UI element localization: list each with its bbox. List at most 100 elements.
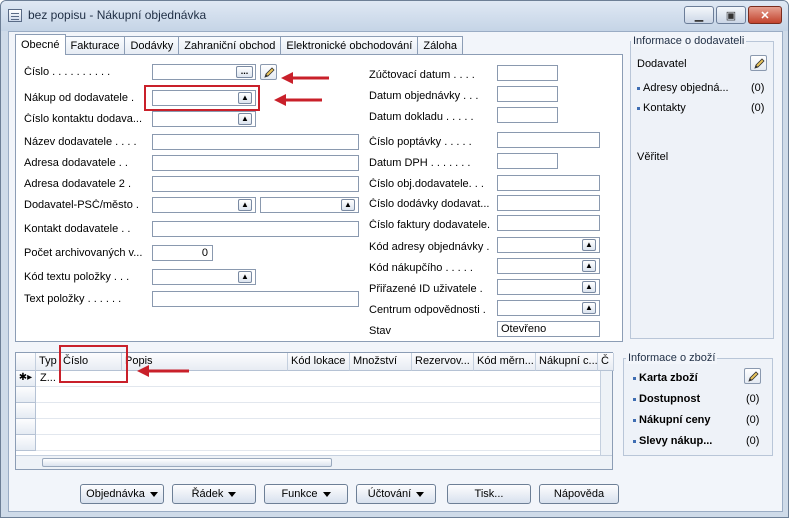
close-button[interactable]: ✕ [748, 6, 782, 24]
table-row[interactable] [16, 387, 612, 403]
mesto-lookup-icon[interactable]: ▲ [341, 199, 355, 211]
purchase-order-window: bez popisu - Nákupní objednávka ▁ ▣ ✕ Ob… [0, 0, 789, 518]
label-kod-adresy: Kód adresy objednávky . [369, 241, 490, 253]
cislo-edit-button[interactable] [260, 64, 277, 80]
text-polozky-input[interactable] [152, 291, 359, 307]
table-row[interactable] [16, 403, 612, 419]
tab-dodavky[interactable]: Dodávky [124, 36, 180, 55]
tab-fakturace[interactable]: Fakturace [64, 36, 126, 55]
col-header-more[interactable]: Č [598, 353, 614, 371]
kod-adresy-lookup-icon[interactable]: ▲ [582, 239, 596, 251]
col-header-rezervovano[interactable]: Rezervov... [412, 353, 474, 371]
label-nazev-dodavatele: Název dodavatele . . . . [24, 136, 137, 148]
cislo-faktury-input[interactable] [497, 215, 600, 231]
horizontal-scroll-thumb[interactable] [42, 458, 332, 467]
dropdown-arrow-icon [322, 491, 331, 497]
label-cislo-kontaktu: Číslo kontaktu dodava... [24, 113, 143, 125]
adresa-dodavatele-2-input[interactable] [152, 176, 359, 192]
grid-corner-header [16, 353, 36, 371]
item-availability-link[interactable]: Dostupnost [633, 393, 700, 405]
horizontal-scrollbar[interactable] [16, 455, 612, 469]
label-zuctovaci-datum: Zúčtovací datum . . . . [369, 69, 475, 81]
datum-objednavky-input[interactable] [497, 86, 558, 102]
annotation-box-cislo-column [59, 345, 128, 383]
vendor-addresses-label: Adresy objedná... [643, 82, 729, 94]
zuctovaci-datum-input[interactable] [497, 65, 558, 81]
pocet-archivovanych-value: 0 [152, 245, 213, 261]
row-selector[interactable] [16, 403, 36, 419]
item-purchase-prices-count: (0) [746, 414, 760, 426]
cislo-assist-button[interactable]: ... [236, 66, 253, 78]
objednavka-menu-button[interactable]: Objednávka [80, 484, 164, 504]
cislo-dodavky-input[interactable] [497, 195, 600, 211]
napoveda-button[interactable]: Nápověda [539, 484, 619, 504]
item-discounts-count: (0) [746, 435, 760, 447]
tisk-button[interactable]: Tisk... [447, 484, 531, 504]
item-card-link[interactable]: Karta zboží [633, 372, 698, 384]
cislo-poptavky-input[interactable] [497, 132, 600, 148]
vendor-addresses-link[interactable]: Adresy objedná... [637, 82, 729, 94]
label-adresa-dodavatele-2: Adresa dodavatele 2 . [24, 178, 132, 190]
item-edit-button[interactable] [744, 368, 761, 384]
label-prirazene-id: Přiřazené ID uživatele . [369, 283, 483, 295]
vendor-edit-button[interactable] [750, 55, 767, 71]
vendor-contacts-link[interactable]: Kontakty [637, 102, 686, 114]
kod-nakupciho-lookup-icon[interactable]: ▲ [582, 260, 596, 272]
label-centrum: Centrum odpovědnosti . [369, 304, 486, 316]
cislo-kontaktu-lookup-icon[interactable]: ▲ [238, 113, 252, 125]
tab-strip: Obecné Fakturace Dodávky Zahraniční obch… [15, 34, 463, 55]
row-selector[interactable] [16, 387, 36, 403]
pencil-icon [264, 67, 275, 78]
row-selector[interactable] [16, 419, 36, 435]
new-row-marker[interactable]: ✱▸ [16, 371, 36, 387]
bullet-icon [637, 106, 640, 110]
adresa-dodavatele-input[interactable] [152, 155, 359, 171]
col-header-kod-merne-jednotky[interactable]: Kód měrn... [474, 353, 536, 371]
funkce-menu-button[interactable]: Funkce [264, 484, 348, 504]
title-bar: bez popisu - Nákupní objednávka ▁ ▣ ✕ [1, 1, 788, 31]
label-datum-dokladu: Datum dokladu . . . . . [369, 111, 474, 123]
stav-value: Otevřeno [497, 321, 600, 337]
tab-obecne[interactable]: Obecné [15, 34, 66, 55]
col-header-kod-lokace[interactable]: Kód lokace [288, 353, 350, 371]
item-discounts-link[interactable]: Slevy nákup... [633, 435, 712, 447]
app-icon [8, 9, 22, 22]
item-info-title: Informace o zboží [626, 352, 718, 364]
centrum-lookup-icon[interactable]: ▲ [582, 302, 596, 314]
cislo-obj-dodavatele-input[interactable] [497, 175, 600, 191]
dropdown-arrow-icon [416, 491, 425, 497]
label-adresa-dodavatele: Adresa dodavatele . . [24, 157, 128, 169]
uctovani-label: Účtování [367, 488, 412, 500]
datum-dph-input[interactable] [497, 153, 558, 169]
label-nakup-od-dodavatele: Nákup od dodavatele . [24, 92, 135, 104]
psc-lookup-icon[interactable]: ▲ [238, 199, 252, 211]
table-row[interactable] [16, 435, 612, 451]
label-kod-textu-polozky: Kód textu položky . . . [24, 271, 130, 283]
col-header-nakupni-cena[interactable]: Nákupní c... [536, 353, 598, 371]
restore-button[interactable]: ▣ [716, 6, 746, 24]
tab-zaloha[interactable]: Záloha [417, 36, 463, 55]
prirazene-id-lookup-icon[interactable]: ▲ [582, 281, 596, 293]
window-content: Obecné Fakturace Dodávky Zahraniční obch… [8, 31, 783, 512]
col-header-mnozstvi[interactable]: Množství [350, 353, 412, 371]
uctovani-menu-button[interactable]: Účtování [356, 484, 436, 504]
radek-label: Řádek [191, 488, 224, 500]
tab-zahranicni-obchod[interactable]: Zahraniční obchod [178, 36, 282, 55]
radek-menu-button[interactable]: Řádek [172, 484, 256, 504]
item-purchase-prices-link[interactable]: Nákupní ceny [633, 414, 711, 426]
item-availability-count: (0) [746, 393, 760, 405]
nazev-dodavatele-input[interactable] [152, 134, 359, 150]
bullet-icon [637, 86, 640, 90]
vertical-scrollbar[interactable] [600, 371, 612, 455]
label-cislo-faktury: Číslo faktury dodavatele. [369, 219, 491, 231]
vendor-contacts-label: Kontakty [643, 102, 686, 114]
kod-textu-polozky-lookup-icon[interactable]: ▲ [238, 271, 252, 283]
minimize-button[interactable]: ▁ [684, 6, 714, 24]
table-row[interactable] [16, 419, 612, 435]
row-selector[interactable] [16, 435, 36, 451]
datum-dokladu-input[interactable] [497, 107, 558, 123]
col-header-typ[interactable]: Typ [36, 353, 60, 371]
tab-elektronicke-obchodovani[interactable]: Elektronické obchodování [280, 36, 419, 55]
row-type-cell[interactable]: Z... [40, 372, 56, 384]
kontakt-dodavatele-input[interactable] [152, 221, 359, 237]
